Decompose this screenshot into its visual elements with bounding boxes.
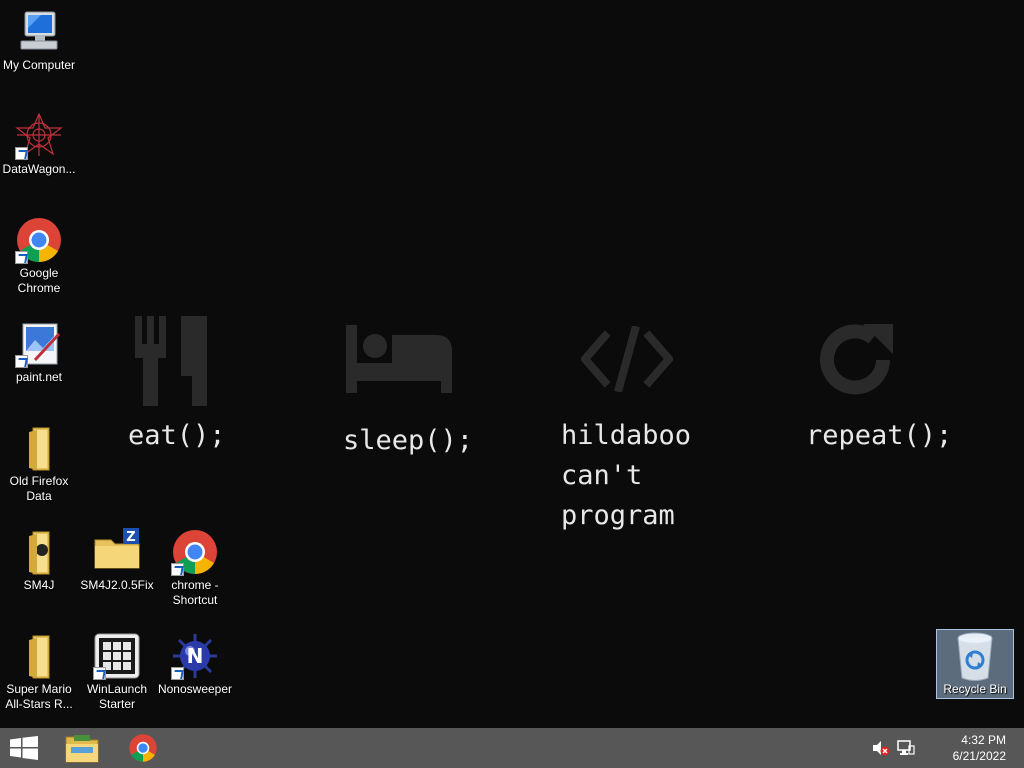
volume-muted-icon[interactable] [872, 740, 890, 756]
paint-net-icon [15, 320, 63, 368]
shortcut-arrow-icon [93, 667, 106, 680]
desktop-icon-label: SM4J [23, 578, 55, 592]
desktop-icon-sm4j[interactable]: SM4J [0, 528, 78, 593]
desktop-icon-label: SM4J2.0.5Fix [80, 578, 154, 592]
zip-folder-icon: Z [93, 528, 141, 576]
google-chrome-icon [15, 216, 63, 264]
desktop-icon-label: Recycle Bin [943, 682, 1007, 696]
datawagon-icon [15, 112, 63, 160]
wallpaper-text-sleep: sleep(); [343, 425, 474, 456]
desktop-icon-datawagon[interactable]: DataWagon... [0, 112, 78, 177]
desktop-icon-label: chrome - Shortcut [171, 578, 219, 607]
desktop-icon-label: Nonosweeper [157, 682, 233, 696]
taskbar: 4:32 PM 6/21/2022 [0, 728, 1024, 768]
code-icon [581, 326, 673, 392]
desktop-icon-label: DataWagon... [2, 162, 76, 176]
folder-icon [15, 424, 63, 472]
desktop-icon-paint-net[interactable]: paint.net [0, 320, 78, 385]
desktop-icon-label: My Computer [2, 58, 76, 72]
svg-text:Z: Z [126, 530, 135, 545]
wallpaper-text-code: hildaboo can't program [561, 420, 692, 531]
desktop-icon-label: Old Firefox Data [9, 474, 69, 503]
desktop: My Computer DataWagon... Google Chrome p… [0, 0, 1024, 728]
clock-date: 6/21/2022 [952, 749, 1006, 763]
bed-icon [346, 325, 452, 393]
folder-icon [15, 528, 63, 576]
desktop-icon-label: Super Mario All-Stars R... [5, 682, 73, 711]
wallpaper-text-repeat: repeat(); [806, 420, 953, 451]
google-chrome-icon [129, 734, 157, 762]
shortcut-arrow-icon [171, 667, 184, 680]
taskbar-clock[interactable]: 4:32 PM 6/21/2022 [953, 732, 1006, 764]
desktop-icon-google-chrome[interactable]: Google Chrome [0, 216, 78, 296]
recycle-bin-icon [957, 632, 993, 681]
windows-logo-icon [10, 736, 38, 760]
fork-knife-icon [135, 316, 207, 406]
shortcut-arrow-icon [15, 355, 28, 368]
wallpaper-text-eat: eat(); [128, 420, 226, 451]
desktop-icon-sm4j-fix[interactable]: Z SM4J2.0.5Fix [78, 528, 156, 593]
folder-icon [15, 632, 63, 680]
google-chrome-icon [171, 528, 219, 576]
desktop-icon-label: Google Chrome [17, 266, 61, 295]
desktop-icon-super-mario[interactable]: Super Mario All-Stars R... [0, 632, 78, 712]
network-icon[interactable] [897, 740, 915, 756]
repeat-icon [820, 324, 893, 395]
taskbar-google-chrome[interactable] [113, 728, 173, 768]
shortcut-arrow-icon [15, 251, 28, 264]
desktop-icon-label: WinLaunch Starter [86, 682, 148, 711]
desktop-icon-my-computer[interactable]: My Computer [0, 8, 78, 73]
svg-text:N: N [187, 644, 204, 668]
shortcut-arrow-icon [15, 147, 28, 160]
winlaunch-icon [93, 632, 141, 680]
shortcut-arrow-icon [171, 563, 184, 576]
clock-time: 4:32 PM [961, 733, 1006, 747]
my-computer-icon [15, 8, 63, 56]
desktop-icon-winlaunch[interactable]: WinLaunch Starter [78, 632, 156, 712]
desktop-icon-recycle-bin[interactable]: Recycle Bin [936, 629, 1014, 699]
desktop-icon-label: paint.net [15, 370, 63, 384]
start-button[interactable] [0, 728, 48, 768]
file-explorer-icon [65, 735, 99, 763]
nonosweeper-icon: N [171, 632, 219, 680]
desktop-icon-old-firefox-data[interactable]: Old Firefox Data [0, 424, 78, 504]
desktop-icon-chrome-shortcut[interactable]: chrome - Shortcut [156, 528, 234, 608]
taskbar-file-explorer[interactable] [52, 728, 112, 768]
desktop-icon-nonosweeper[interactable]: N Nonosweeper [156, 632, 234, 697]
